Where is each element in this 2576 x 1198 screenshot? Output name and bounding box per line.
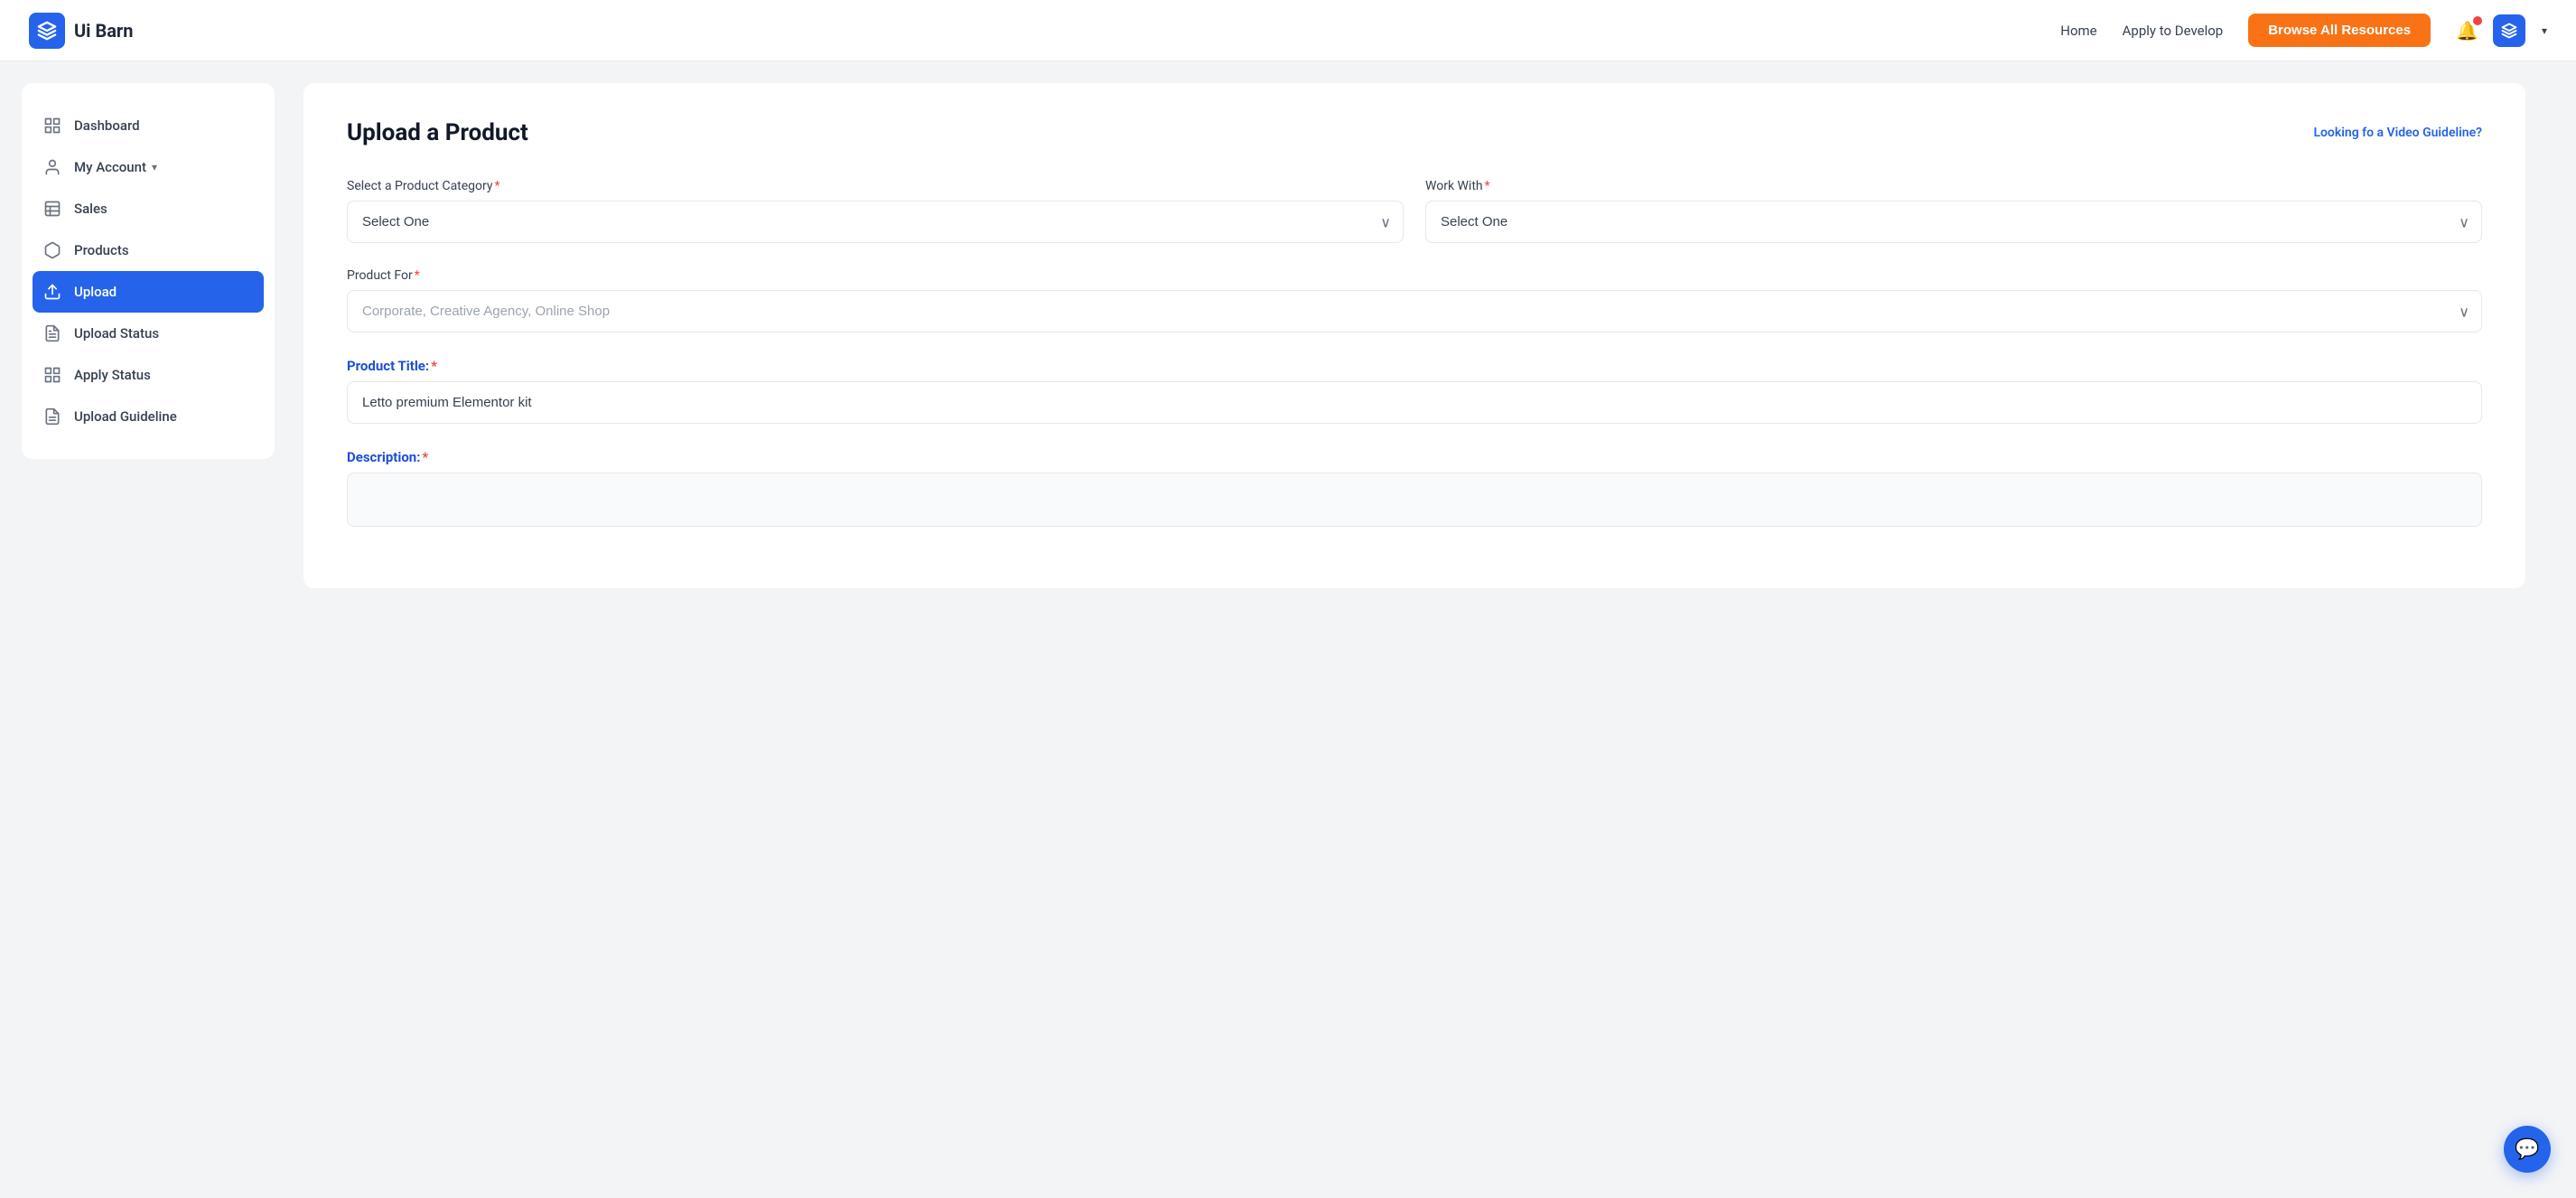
sidebar-item-upload[interactable]: Upload — [33, 271, 264, 313]
chat-bubble-button[interactable]: 💬 — [2504, 1126, 2551, 1173]
apply-status-icon — [43, 366, 61, 384]
sidebar-item-my-account[interactable]: My Account ▾ — [22, 146, 275, 188]
sidebar-item-upload-status[interactable]: Upload Status — [22, 313, 275, 354]
logo-text: Ui Barn — [74, 20, 133, 42]
work-with-select[interactable]: Select One — [1425, 201, 2482, 243]
sidebar-item-dashboard[interactable]: Dashboard — [22, 105, 275, 146]
product-for-label: Product For* — [347, 268, 2482, 283]
sidebar-item-apply-status[interactable]: Apply Status — [22, 354, 275, 396]
product-for-select[interactable]: Corporate, Creative Agency, Online Shop — [347, 290, 2482, 332]
sidebar-item-upload-guideline[interactable]: Upload Guideline — [22, 396, 275, 437]
user-icon — [43, 158, 61, 176]
header-icons: 🔔 ▾ — [2456, 14, 2547, 47]
sidebar-label-dashboard: Dashboard — [74, 117, 140, 134]
product-category-label: Select a Product Category* — [347, 179, 1404, 193]
product-for-row: Product For* Corporate, Creative Agency,… — [347, 268, 2482, 332]
sidebar-item-sales[interactable]: Sales — [22, 188, 275, 229]
upload-icon — [43, 283, 61, 301]
browse-all-resources-button[interactable]: Browse All Resources — [2248, 14, 2431, 47]
notification-badge — [2473, 16, 2482, 25]
form-header: Upload a Product Looking fo a Video Guid… — [347, 119, 2482, 146]
upload-form-card: Upload a Product Looking fo a Video Guid… — [303, 83, 2525, 588]
product-category-group: Select a Product Category* Select One ∨ — [347, 179, 1404, 243]
box-icon — [43, 241, 61, 259]
sidebar-label-upload: Upload — [74, 284, 117, 300]
product-category-select[interactable]: Select One — [347, 201, 1404, 243]
product-title-label: Product Title:* — [347, 358, 2482, 374]
product-title-input[interactable] — [347, 381, 2482, 424]
video-guideline-link[interactable]: Looking fo a Video Guideline? — [2313, 126, 2482, 140]
upload-status-icon — [43, 324, 61, 342]
sidebar-label-my-account: My Account — [74, 159, 146, 175]
layout: Dashboard My Account ▾ — [0, 61, 2576, 1198]
sidebar-label-upload-guideline: Upload Guideline — [74, 408, 177, 425]
nav-apply-to-develop[interactable]: Apply to Develop — [2123, 23, 2224, 39]
product-for-select-wrapper: Corporate, Creative Agency, Online Shop … — [347, 290, 2482, 332]
user-menu-chevron-icon[interactable]: ▾ — [2542, 24, 2547, 37]
main-content: Upload a Product Looking fo a Video Guid… — [275, 83, 2554, 1198]
sidebar-item-products[interactable]: Products — [22, 229, 275, 271]
sales-icon — [43, 200, 61, 218]
category-row: Select a Product Category* Select One ∨ … — [347, 179, 2482, 243]
sidebar-label-upload-status: Upload Status — [74, 325, 159, 342]
product-title-group: Product Title:* — [347, 358, 2482, 424]
description-group: Description:* — [347, 449, 2482, 527]
work-with-label: Work With* — [1425, 179, 2482, 193]
work-with-select-wrapper: Select One ∨ — [1425, 201, 2482, 243]
product-title-row: Product Title:* — [347, 358, 2482, 424]
sidebar-label-sales: Sales — [74, 201, 107, 217]
main-nav: Home Apply to Develop Browse All Resourc… — [2060, 14, 2547, 47]
upload-guideline-icon — [43, 407, 61, 426]
description-label: Description:* — [347, 449, 2482, 465]
product-for-group: Product For* Corporate, Creative Agency,… — [347, 268, 2482, 332]
description-toolbar[interactable] — [347, 473, 2482, 527]
logo[interactable]: Ui Barn — [29, 13, 133, 49]
work-with-group: Work With* Select One ∨ — [1425, 179, 2482, 243]
header: Ui Barn Home Apply to Develop Browse All… — [0, 0, 2576, 61]
logo-icon — [29, 13, 65, 49]
notification-bell-icon[interactable]: 🔔 — [2456, 20, 2478, 42]
sidebar-label-products: Products — [74, 242, 129, 258]
nav-home[interactable]: Home — [2060, 23, 2096, 39]
grid-icon — [43, 117, 61, 135]
my-account-chevron-icon: ▾ — [152, 161, 157, 173]
sidebar: Dashboard My Account ▾ — [22, 83, 275, 459]
page-title: Upload a Product — [347, 119, 528, 146]
user-avatar-icon[interactable] — [2493, 14, 2525, 47]
description-row: Description:* — [347, 449, 2482, 527]
sidebar-label-apply-status: Apply Status — [74, 367, 151, 383]
product-category-select-wrapper: Select One ∨ — [347, 201, 1404, 243]
